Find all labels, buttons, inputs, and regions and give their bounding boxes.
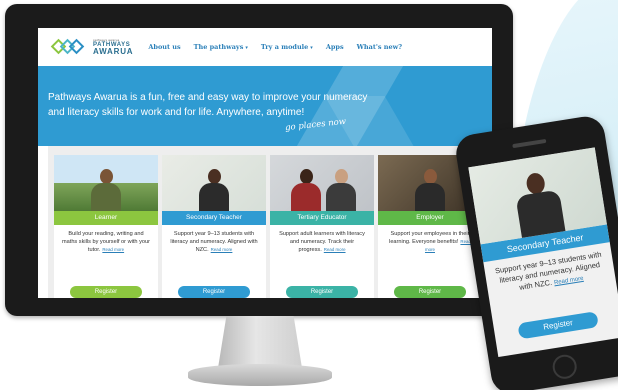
card-description: Build your reading, writing and maths sk… [62, 231, 150, 253]
read-more-link[interactable]: Read more [102, 247, 124, 252]
register-button[interactable]: Register [394, 286, 466, 298]
card-description: Support year 9–13 students with literacy… [170, 231, 258, 253]
person-figure [512, 170, 566, 238]
read-more-link[interactable]: Read more [554, 276, 584, 287]
site-logo[interactable]: pathways awarua PATHWAYS AWARUA [50, 38, 134, 56]
card-label: Learner [54, 211, 158, 225]
card-description: Support adult learners with literacy and… [279, 231, 365, 253]
logo-name: AWARUA [93, 46, 134, 56]
learner-photo [54, 155, 158, 211]
logo-diamonds-icon [50, 38, 90, 55]
nav-try-a-module[interactable]: Try a module ▾ [261, 43, 313, 51]
monitor-stand-neck [218, 316, 302, 368]
mobile-phone: Secondary Teacher Support year 9–13 stud… [453, 113, 618, 390]
card-secondary-teacher: Secondary Teacher Support year 9–13 stud… [162, 155, 266, 298]
card-description: Support your employees in their learning… [389, 231, 471, 252]
read-more-link[interactable]: Read more [324, 247, 346, 252]
logo-text: pathways awarua PATHWAYS AWARUA [93, 38, 134, 56]
card-tertiary-educator: Tertiary Educator Support adult learners… [270, 155, 374, 298]
monitor-screen: pathways awarua PATHWAYS AWARUA About us… [38, 28, 492, 298]
nav-the-pathways[interactable]: The pathways ▾ [194, 43, 248, 51]
person-figure [199, 169, 229, 211]
person-figure [291, 169, 322, 211]
secondary-teacher-photo [162, 155, 266, 211]
desktop-monitor: pathways awarua PATHWAYS AWARUA About us… [5, 4, 513, 316]
chevron-down-icon: ▾ [245, 45, 248, 51]
register-button[interactable]: Register [286, 286, 358, 298]
tertiary-educator-photo [270, 155, 374, 211]
person-figure [91, 169, 121, 211]
register-button[interactable]: Register [70, 286, 142, 298]
hero-banner: Pathways Awarua is a fun, free and easy … [38, 66, 492, 146]
register-button[interactable]: Register [517, 311, 599, 340]
hero-text: Pathways Awarua is a fun, free and easy … [48, 92, 368, 118]
read-more-link[interactable]: Read more [211, 247, 233, 252]
nav-apps[interactable]: Apps [326, 43, 344, 51]
nav-about-us[interactable]: About us [148, 43, 180, 51]
card-label: Tertiary Educator [270, 211, 374, 225]
monitor-stand-base [188, 364, 332, 386]
register-button[interactable]: Register [178, 286, 250, 298]
person-figure [325, 169, 356, 211]
site-nav: pathways awarua PATHWAYS AWARUA About us… [38, 28, 492, 66]
person-figure [415, 169, 445, 211]
pathway-cards: Learner Build your reading, writing and … [48, 146, 488, 298]
card-learner: Learner Build your reading, writing and … [54, 155, 158, 298]
nav-whats-new[interactable]: What's new? [357, 43, 402, 51]
card-label: Secondary Teacher [162, 211, 266, 225]
chevron-down-icon: ▾ [310, 45, 313, 51]
product-mockup: pathways awarua PATHWAYS AWARUA About us… [0, 0, 618, 390]
